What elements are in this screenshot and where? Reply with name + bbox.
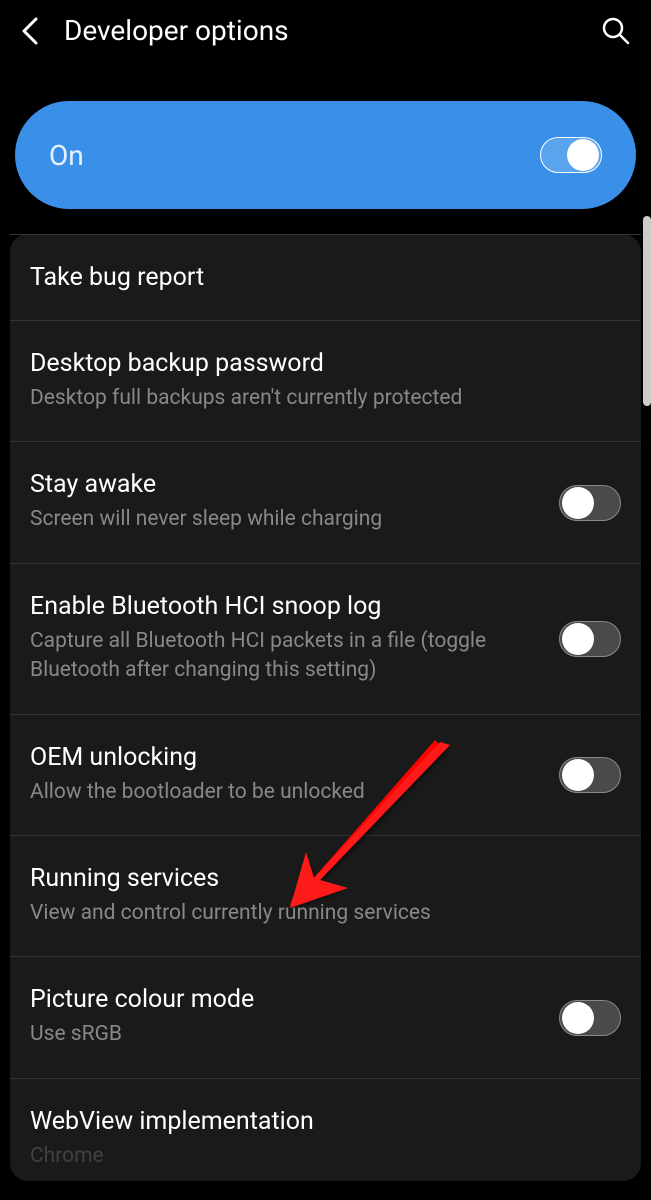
setting-text: Picture colour mode Use sRGB [30,985,559,1049]
setting-title: Stay awake [30,470,543,499]
stay-awake-item[interactable]: Stay awake Screen will never sleep while… [10,442,641,563]
setting-text: Running services View and control curren… [30,864,621,928]
toggle-knob [562,759,594,791]
page-title: Developer options [64,14,577,47]
settings-list: Take bug report Desktop backup password … [10,234,641,1181]
setting-title: OEM unlocking [30,743,543,772]
desktop-backup-password-item[interactable]: Desktop backup password Desktop full bac… [10,321,641,442]
toggle-knob [562,1002,594,1034]
oem-unlocking-toggle[interactable] [559,757,621,793]
setting-title: Desktop backup password [30,349,605,378]
setting-title: WebView implementation [30,1107,605,1136]
picture-colour-mode-item[interactable]: Picture colour mode Use sRGB [10,957,641,1078]
setting-text: Desktop backup password Desktop full bac… [30,349,621,413]
search-button[interactable] [601,16,631,46]
toggle-knob [562,487,594,519]
picture-colour-toggle[interactable] [559,1000,621,1036]
take-bug-report-item[interactable]: Take bug report [10,234,641,321]
master-toggle-switch[interactable] [540,137,602,173]
scrollbar[interactable] [643,216,651,406]
setting-title: Enable Bluetooth HCI snoop log [30,592,543,621]
setting-title: Running services [30,864,605,893]
setting-subtitle: Chrome [30,1142,605,1171]
running-services-item[interactable]: Running services View and control curren… [10,836,641,957]
setting-text: OEM unlocking Allow the bootloader to be… [30,743,559,807]
toggle-knob [562,623,594,655]
oem-unlocking-item[interactable]: OEM unlocking Allow the bootloader to be… [10,715,641,836]
bluetooth-hci-toggle[interactable] [559,621,621,657]
setting-subtitle: Use sRGB [30,1020,543,1049]
setting-subtitle: Screen will never sleep while charging [30,505,543,534]
setting-text: WebView implementation Chrome [30,1107,621,1171]
back-button[interactable] [20,15,40,47]
setting-title: Take bug report [30,263,605,292]
search-icon [601,16,631,46]
setting-subtitle: Allow the bootloader to be unlocked [30,778,543,807]
header: Developer options [0,0,651,61]
master-toggle-label: On [49,139,84,172]
stay-awake-toggle[interactable] [559,485,621,521]
bluetooth-hci-item[interactable]: Enable Bluetooth HCI snoop log Capture a… [10,564,641,715]
setting-subtitle: Desktop full backups aren't currently pr… [30,384,605,413]
master-toggle-card[interactable]: On [15,101,636,209]
setting-text: Take bug report [30,263,621,292]
setting-subtitle: Capture all Bluetooth HCI packets in a f… [30,627,543,686]
setting-text: Stay awake Screen will never sleep while… [30,470,559,534]
setting-text: Enable Bluetooth HCI snoop log Capture a… [30,592,559,686]
chevron-left-icon [20,15,40,47]
toggle-knob [567,139,599,171]
setting-subtitle: View and control currently running servi… [30,899,605,928]
webview-implementation-item[interactable]: WebView implementation Chrome [10,1079,641,1181]
setting-title: Picture colour mode [30,985,543,1014]
